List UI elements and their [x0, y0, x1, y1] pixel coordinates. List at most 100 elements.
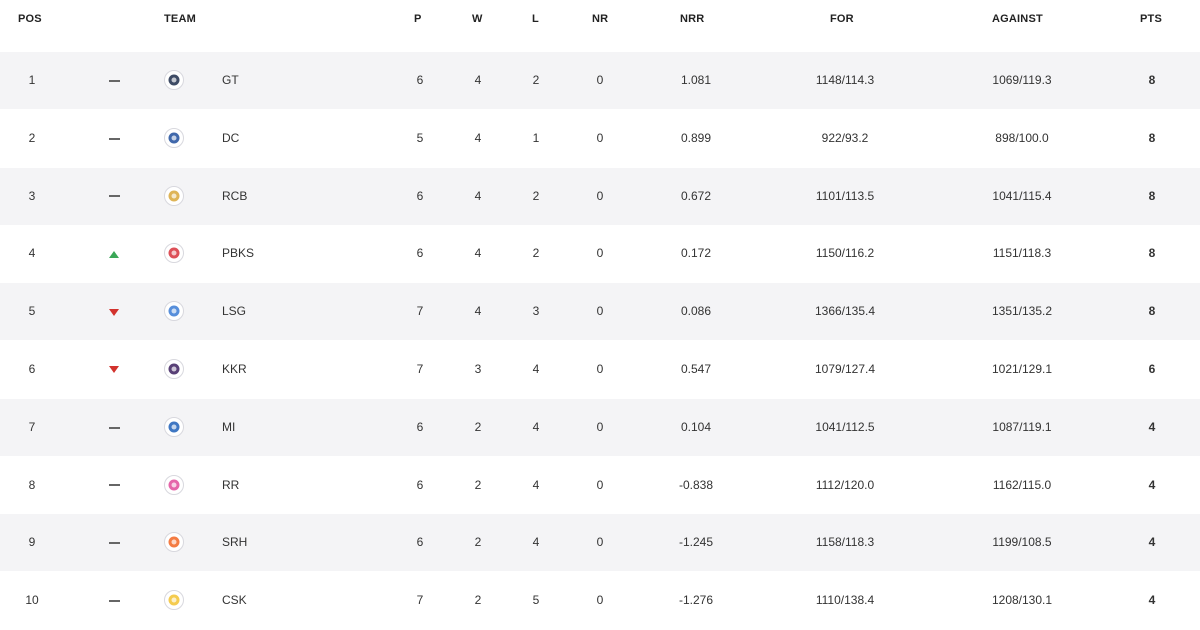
points-cell: 4: [1148, 477, 1156, 492]
position-cell: 2: [28, 130, 36, 145]
position-cell: 7: [28, 419, 36, 434]
lost-cell: 2: [532, 246, 540, 261]
movement-none-icon: [108, 137, 120, 140]
lost-cell: 4: [532, 362, 540, 376]
points-cell: 4: [1148, 593, 1156, 608]
won-cell: 3: [474, 362, 482, 376]
header-points[interactable]: PTS: [1140, 13, 1162, 25]
against-cell: 1087/119.1: [992, 419, 1052, 434]
for-cell: 1150/116.2: [815, 246, 875, 261]
for-cell: 1079/127.4: [814, 362, 876, 376]
movement-down-icon: [109, 308, 119, 316]
header-no-result[interactable]: NR: [592, 13, 608, 25]
table-row[interactable]: 10 CSK 7 2 5 0 -1.276 1110/138.4 1208/130.1 4: [0, 572, 1200, 630]
lost-cell: 2: [532, 73, 540, 87]
team-name[interactable]: PBKS: [222, 225, 302, 282]
header-nrr[interactable]: NRR: [680, 13, 704, 25]
header-against[interactable]: AGAINST: [992, 13, 1043, 25]
nrr-cell: 0.672: [680, 188, 712, 203]
points-cell: 8: [1148, 304, 1156, 319]
table-row[interactable]: 5 LSG 7 4 3 0 0.086 1366/135.4 1351/135.2 8: [0, 283, 1200, 341]
points-cell: 6: [1148, 362, 1156, 376]
position-cell: 4: [28, 246, 36, 261]
team-name[interactable]: SRH: [222, 514, 302, 571]
team-name[interactable]: DC: [222, 110, 302, 167]
kkr-logo-icon[interactable]: [164, 359, 184, 379]
nrr-cell: 0.547: [680, 362, 712, 376]
played-cell: 7: [416, 593, 424, 608]
lost-cell: 4: [532, 419, 540, 434]
for-cell: 1041/112.5: [815, 419, 875, 434]
movement-cell: [104, 514, 124, 571]
csk-logo-icon[interactable]: [164, 590, 184, 611]
played-cell: 6: [416, 535, 424, 550]
header-won[interactable]: W: [472, 13, 483, 25]
won-cell: 2: [474, 535, 482, 550]
nrr-cell: -1.245: [678, 535, 714, 550]
no-result-cell: 0: [596, 130, 604, 145]
movement-cell: [104, 457, 124, 514]
movement-cell: [104, 225, 124, 282]
lsg-logo-icon[interactable]: [164, 301, 184, 322]
table-row[interactable]: 1 GT 6 4 2 0 1.081 1148/114.3 1069/119.3 8: [0, 52, 1200, 109]
movement-cell: [104, 399, 124, 456]
pbks-logo-icon[interactable]: [164, 243, 184, 264]
nrr-cell: -1.276: [678, 593, 714, 608]
played-cell: 7: [416, 304, 424, 319]
position-cell: 1: [28, 73, 36, 87]
won-cell: 4: [474, 130, 482, 145]
header-for[interactable]: FOR: [830, 13, 854, 25]
no-result-cell: 0: [596, 419, 604, 434]
won-cell: 4: [474, 304, 482, 319]
points-cell: 4: [1148, 535, 1156, 550]
against-cell: 1208/130.1: [991, 593, 1053, 608]
team-name[interactable]: CSK: [222, 572, 302, 629]
team-name[interactable]: MI: [222, 399, 302, 456]
position-cell: 3: [28, 188, 36, 203]
lost-cell: 1: [532, 130, 540, 145]
against-cell: 1069/119.3: [992, 73, 1052, 87]
team-name[interactable]: RCB: [222, 168, 302, 225]
lost-cell: 4: [532, 477, 540, 492]
rcb-logo-icon[interactable]: [164, 185, 184, 206]
played-cell: 6: [416, 73, 424, 87]
table-row[interactable]: 2 DC 5 4 1 0 0.899 922/93.2 898/100.0 8: [0, 109, 1200, 167]
won-cell: 4: [474, 246, 482, 261]
movement-cell: [104, 283, 124, 340]
mi-logo-icon[interactable]: [164, 416, 184, 437]
header-team[interactable]: TEAM: [164, 13, 244, 25]
nrr-cell: 0.086: [680, 304, 712, 319]
gt-logo-icon[interactable]: [164, 70, 184, 90]
points-table: POS TEAM P W L NR NRR FOR AGAINST PTS 1 G…: [0, 0, 1200, 630]
srh-logo-icon[interactable]: [164, 532, 184, 553]
played-cell: 6: [416, 188, 424, 203]
table-row[interactable]: 7 MI 6 2 4 0 0.104 1041/112.5 1087/119.1 4: [0, 398, 1200, 456]
against-cell: 1021/129.1: [991, 362, 1053, 376]
no-result-cell: 0: [596, 593, 604, 608]
table-row[interactable]: 9 SRH 6 2 4 0 -1.245 1158/118.3 1199/108.5 4: [0, 514, 1200, 572]
header-played[interactable]: P: [414, 13, 422, 25]
team-name[interactable]: KKR: [222, 341, 302, 398]
table-row[interactable]: 6 KKR 7 3 4 0 0.547 1079/127.4 1021/129.1 6: [0, 341, 1200, 398]
rr-logo-icon[interactable]: [164, 474, 184, 495]
dc-logo-icon[interactable]: [164, 127, 184, 148]
against-cell: 1351/135.2: [991, 304, 1053, 319]
team-name[interactable]: LSG: [222, 283, 302, 340]
lost-cell: 5: [532, 593, 540, 608]
nrr-cell: 1.081: [680, 73, 712, 87]
table-header: POS TEAM P W L NR NRR FOR AGAINST PTS: [0, 0, 1200, 52]
team-name[interactable]: GT: [222, 52, 302, 109]
table-row[interactable]: 4 PBKS 6 4 2 0 0.172 1150/116.2 1151/118.3 8: [0, 225, 1200, 283]
team-name[interactable]: RR: [222, 457, 302, 514]
table-row[interactable]: 8 RR 6 2 4 0 -0.838 1112/120.0 1162/115.0 4: [0, 456, 1200, 514]
movement-cell: [104, 110, 124, 167]
won-cell: 2: [474, 593, 482, 608]
for-cell: 1366/135.4: [814, 304, 876, 319]
points-cell: 8: [1148, 73, 1156, 87]
header-pos[interactable]: POS: [18, 13, 42, 25]
table-row[interactable]: 3 RCB 6 4 2 0 0.672 1101/113.5 1041/115.4 8: [0, 167, 1200, 225]
no-result-cell: 0: [596, 477, 604, 492]
won-cell: 4: [474, 188, 482, 203]
header-lost[interactable]: L: [532, 13, 539, 25]
for-cell: 1158/118.3: [815, 535, 875, 550]
